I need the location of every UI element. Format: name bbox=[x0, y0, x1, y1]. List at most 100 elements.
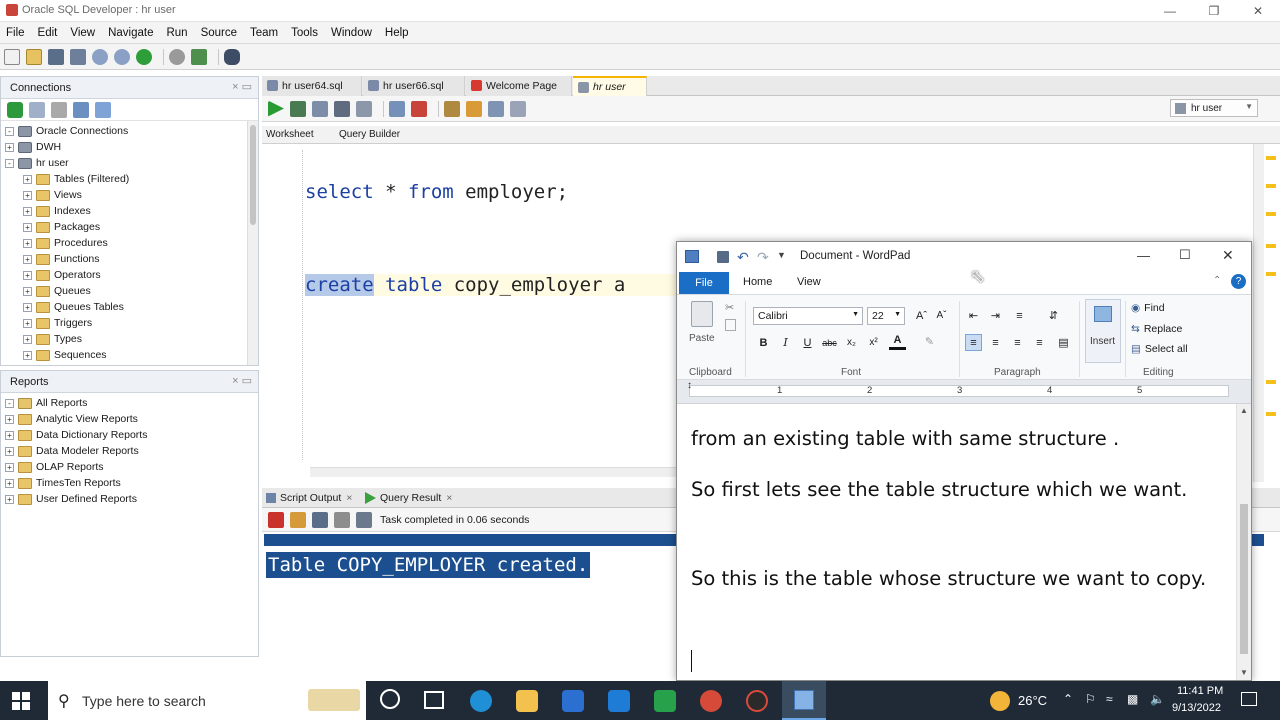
tab-query-result[interactable]: Query Result × bbox=[365, 490, 452, 506]
code-line-select[interactable]: select * from employer; bbox=[305, 181, 568, 203]
tab-worksheet[interactable]: Worksheet bbox=[266, 129, 314, 140]
editor-scrollbar[interactable] bbox=[1253, 144, 1264, 482]
paste-icon[interactable] bbox=[691, 301, 713, 327]
cut-icon[interactable]: ✂ bbox=[725, 301, 734, 314]
undo-icon[interactable]: ↶ bbox=[737, 249, 749, 266]
text-color-icon[interactable]: A bbox=[889, 333, 906, 350]
minimize-icon[interactable]: — bbox=[1148, 0, 1192, 22]
redo-icon[interactable]: ↷ bbox=[757, 249, 769, 266]
connections-scrollbar[interactable] bbox=[247, 121, 258, 365]
binoculars-icon[interactable] bbox=[224, 48, 240, 65]
back-icon[interactable] bbox=[169, 48, 185, 65]
bold-icon[interactable]: B bbox=[755, 334, 772, 351]
menu-file[interactable]: File bbox=[6, 27, 25, 39]
run-statement-icon[interactable] bbox=[268, 100, 284, 117]
autotrace-icon[interactable] bbox=[312, 100, 328, 117]
tab-file[interactable]: File bbox=[679, 272, 729, 294]
align-center-icon[interactable]: ≡ bbox=[987, 334, 1004, 351]
shrink-font-icon[interactable]: Aˇ bbox=[933, 307, 950, 324]
tree-child[interactable]: + Sequences bbox=[23, 347, 107, 363]
tree-item[interactable]: + TimesTen Reports bbox=[5, 475, 121, 491]
sql-tuning-icon[interactable] bbox=[356, 100, 372, 117]
paste-label[interactable]: Paste bbox=[689, 333, 715, 344]
wordpad-taskbar-button[interactable] bbox=[782, 681, 826, 720]
scroll-down-icon[interactable]: ▼ bbox=[1240, 668, 1248, 677]
tree-item[interactable]: + Data Modeler Reports bbox=[5, 443, 139, 459]
collapse-icon[interactable] bbox=[95, 101, 111, 118]
menu-team[interactable]: Team bbox=[250, 27, 278, 39]
tree-item-hr-user[interactable]: - hr user bbox=[5, 155, 69, 171]
marker[interactable] bbox=[1266, 244, 1276, 248]
line-spacing-icon[interactable]: ⇵ bbox=[1045, 307, 1062, 324]
print-icon[interactable] bbox=[334, 511, 350, 528]
mail-icon[interactable] bbox=[608, 690, 630, 712]
tab-hr-user64[interactable]: hr user64.sql bbox=[262, 76, 362, 96]
tree-child[interactable]: + Packages bbox=[23, 219, 100, 235]
connection-select[interactable]: hr user ▼ bbox=[1170, 99, 1258, 117]
bullets-icon[interactable]: ≡ bbox=[1011, 307, 1028, 324]
battery-icon[interactable]: ▩ bbox=[1127, 692, 1138, 706]
italic-icon[interactable]: I bbox=[777, 334, 794, 351]
justify-icon[interactable]: ≡ bbox=[1031, 334, 1048, 351]
menu-view[interactable]: View bbox=[70, 27, 95, 39]
tree-child[interactable]: + Procedures bbox=[23, 235, 108, 251]
align-left-icon[interactable]: ≡ bbox=[965, 334, 982, 351]
tab-welcome-page[interactable]: Welcome Page bbox=[466, 76, 572, 96]
wordpad-document[interactable]: from an existing table with same structu… bbox=[677, 404, 1237, 680]
tree-child[interactable]: + Views bbox=[23, 187, 82, 203]
menu-help[interactable]: Help bbox=[385, 27, 409, 39]
minimize-ribbon-icon[interactable]: ⌃ bbox=[1213, 275, 1221, 286]
wordpad-maximize-icon[interactable]: ☐ bbox=[1179, 247, 1191, 263]
marker[interactable] bbox=[1266, 272, 1276, 276]
buffer-icon[interactable] bbox=[356, 511, 372, 528]
scrollbar-thumb[interactable] bbox=[250, 125, 256, 225]
redo-icon[interactable] bbox=[114, 48, 130, 65]
task-view-icon[interactable] bbox=[424, 691, 444, 709]
copy-icon[interactable] bbox=[725, 319, 736, 331]
notifications-icon[interactable] bbox=[1241, 692, 1257, 706]
volume-icon[interactable]: 🔈 bbox=[1150, 692, 1165, 706]
forward-icon[interactable] bbox=[136, 48, 152, 65]
menu-tools[interactable]: Tools bbox=[291, 27, 318, 39]
pin-icon[interactable] bbox=[268, 511, 284, 528]
paragraph-dialog-icon[interactable]: ▤ bbox=[1055, 334, 1072, 351]
tree-item[interactable]: + Analytic View Reports bbox=[5, 411, 138, 427]
menu-navigate[interactable]: Navigate bbox=[108, 27, 153, 39]
tree-root[interactable]: - Oracle Connections bbox=[5, 123, 128, 139]
wordpad-scrollbar[interactable]: ▲ ▼ bbox=[1236, 404, 1251, 680]
tree-child[interactable]: + Operators bbox=[23, 267, 101, 283]
save-icon[interactable] bbox=[48, 48, 64, 65]
close-tab-icon[interactable]: × bbox=[346, 492, 352, 504]
sql-developer-taskbar-icon[interactable] bbox=[746, 690, 768, 712]
clear-output-icon[interactable] bbox=[290, 511, 306, 528]
run-script-icon[interactable] bbox=[290, 100, 306, 117]
panel-close-icon[interactable]: × ▭ bbox=[232, 374, 252, 387]
weather-temp[interactable]: 26°C bbox=[1018, 693, 1047, 708]
marker[interactable] bbox=[1266, 380, 1276, 384]
refresh-icon[interactable] bbox=[29, 101, 45, 118]
tree-item-dwh[interactable]: + DWH bbox=[5, 139, 61, 155]
save-icon[interactable] bbox=[717, 251, 729, 263]
clear-icon[interactable] bbox=[466, 100, 482, 117]
windows-start-icon[interactable] bbox=[12, 692, 30, 710]
clock-time[interactable]: 11:41 PM bbox=[1177, 685, 1223, 697]
store-icon[interactable] bbox=[562, 690, 584, 712]
save-output-icon[interactable] bbox=[312, 511, 328, 528]
underline-icon[interactable]: U bbox=[799, 334, 816, 351]
tree-child[interactable]: + Triggers bbox=[23, 315, 92, 331]
menu-edit[interactable]: Edit bbox=[38, 27, 58, 39]
collapse-toggle-icon[interactable]: - bbox=[5, 126, 14, 136]
add-connection-icon[interactable] bbox=[7, 101, 23, 118]
edge-icon[interactable] bbox=[470, 690, 492, 712]
insert-button[interactable]: Insert bbox=[1085, 299, 1121, 363]
menu-run[interactable]: Run bbox=[166, 27, 187, 39]
wordpad-minimize-icon[interactable]: — bbox=[1137, 248, 1150, 263]
new-icon[interactable] bbox=[4, 48, 20, 65]
scrollbar-thumb[interactable] bbox=[1240, 504, 1248, 654]
subscript-icon[interactable]: x₂ bbox=[843, 334, 860, 351]
replace-button[interactable]: ⇆ Replace bbox=[1131, 323, 1182, 335]
menu-window[interactable]: Window bbox=[331, 27, 372, 39]
code-line-create[interactable]: create table copy_employer a bbox=[305, 274, 685, 296]
restore-icon[interactable]: ❐ bbox=[1192, 0, 1236, 22]
tab-home[interactable]: Home bbox=[743, 276, 772, 288]
